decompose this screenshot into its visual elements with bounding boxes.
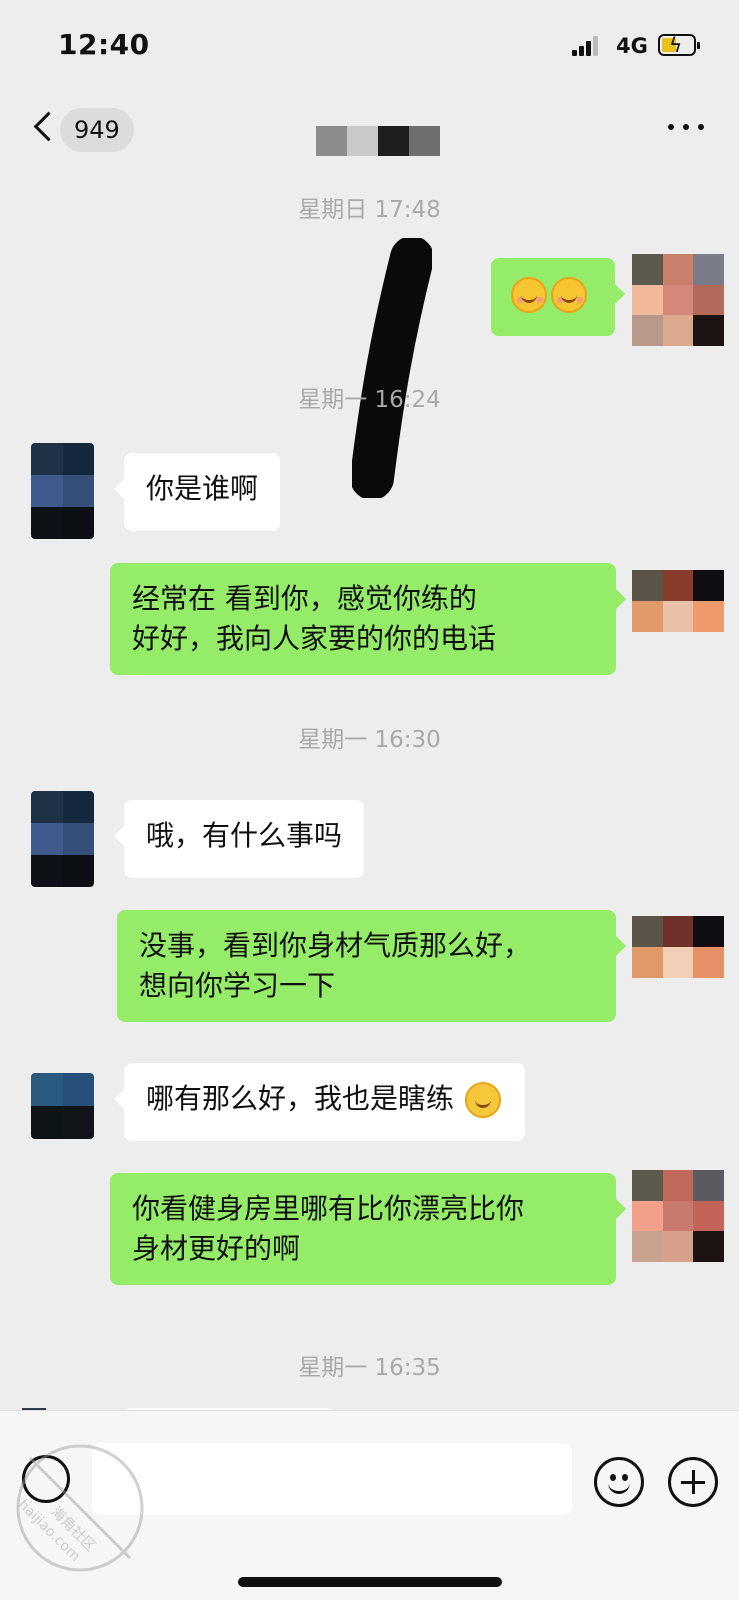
message-text: 哪有那么好，我也是瞎练 (146, 1082, 455, 1115)
message-text: 好好，我向人家要的你的电话 (132, 622, 497, 655)
blush-smile-emoji-icon (511, 277, 547, 313)
unread-count-badge[interactable]: 949 (60, 108, 134, 152)
my-message-bubble[interactable]: 你看健身房里哪有比你漂亮比你 身材更好的啊 (110, 1173, 626, 1285)
battery-icon: ϟ (658, 33, 700, 57)
their-message-bubble[interactable]: 哪有那么好，我也是瞎练 (114, 1063, 525, 1141)
message-text: 没事，看到你身材气质那么好， (139, 929, 532, 962)
my-message-bubble[interactable] (491, 258, 625, 336)
message-text: 你是谁啊 (146, 472, 259, 505)
more-icon[interactable] (668, 120, 704, 134)
their-message-bubble[interactable]: 哦，有什么事吗 (113, 800, 365, 878)
contact-avatar[interactable] (31, 791, 94, 887)
my-avatar[interactable] (632, 916, 724, 978)
message-text: 你看健身房里哪有比你漂亮比你 (132, 1192, 525, 1225)
timestamp: 星期一 16:35 (298, 1355, 441, 1381)
message-input[interactable] (92, 1443, 572, 1515)
home-indicator[interactable] (238, 1577, 502, 1587)
timestamp: 星期一 16:24 (298, 387, 441, 413)
contact-avatar[interactable] (31, 1073, 94, 1139)
message-text: 想向你学习一下 (139, 969, 336, 1002)
more-functions-plus-icon[interactable] (668, 1457, 718, 1507)
signal-icon (572, 36, 598, 56)
contact-avatar[interactable] (31, 443, 94, 539)
emoji-picker-icon[interactable] (594, 1457, 644, 1507)
my-avatar[interactable] (632, 254, 724, 346)
status-time: 12:40 (58, 28, 150, 61)
message-text: 经常在 看到你，感觉你练的 (132, 582, 477, 615)
network-type: 4G (616, 34, 648, 58)
my-message-bubble[interactable]: 没事，看到你身材气质那么好， 想向你学习一下 (117, 910, 626, 1022)
my-avatar[interactable] (632, 570, 724, 632)
watermark-stamp: 海角社区 haijiao.com (15, 1444, 144, 1572)
redaction-scribble (352, 238, 432, 498)
chat-title-mosaic (316, 126, 440, 156)
my-avatar[interactable] (632, 1170, 724, 1262)
my-message-bubble[interactable]: 经常在 看到你，感觉你练的 好好，我向人家要的你的电话 (110, 563, 626, 675)
message-text: 哦，有什么事吗 (146, 819, 343, 852)
facepalm-laugh-emoji-icon (464, 1082, 501, 1118)
timestamp: 星期日 17:48 (298, 197, 441, 223)
timestamp: 星期一 16:30 (298, 727, 441, 753)
their-message-bubble[interactable]: 你是谁啊 (113, 453, 281, 531)
message-text: 身材更好的啊 (132, 1232, 301, 1265)
blush-smile-emoji-icon (551, 277, 587, 313)
